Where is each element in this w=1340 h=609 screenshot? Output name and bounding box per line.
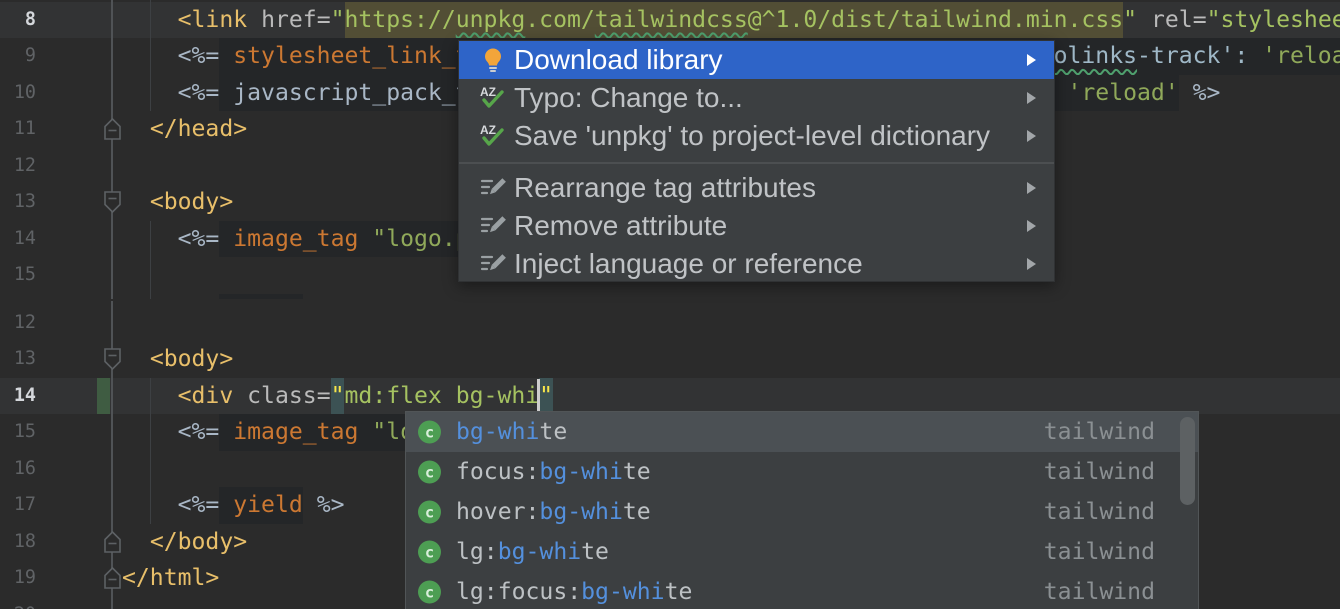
line-number: 10: [0, 75, 36, 111]
intention-item[interactable]: AZ Save 'unpkg' to project-level dictiona…: [459, 117, 1054, 155]
line-number: 11: [0, 111, 36, 147]
completion-item[interactable]: c focus:bg-white tailwind: [406, 452, 1198, 492]
completion-item[interactable]: c lg:bg-white tailwind: [406, 532, 1198, 572]
ide-screen: 8 <link href="https://unpkg.com/tailwind…: [0, 0, 1340, 609]
edit-icon: [480, 251, 506, 277]
line-number: 12: [0, 305, 36, 341]
completion-item-origin: tailwind: [1044, 579, 1155, 605]
fold-marker-up[interactable]: [103, 566, 122, 590]
code-completion-popup: c bg-white tailwind c focus:bg-white tailwind…: [405, 411, 1199, 609]
submenu-arrow-icon: [1026, 53, 1037, 68]
code-line[interactable]: </body>: [122, 524, 247, 560]
fold-marker-up[interactable]: [103, 530, 122, 554]
intention-item-label: Typo: Change to...: [514, 82, 743, 114]
css-class-icon: c: [417, 500, 442, 525]
code-line[interactable]: </html>: [122, 560, 219, 596]
edit-icon: [480, 175, 506, 201]
intention-actions-popup: Download library AZ Typo: Change to... AZ Sa…: [458, 40, 1055, 282]
completion-item-origin: tailwind: [1044, 499, 1155, 525]
submenu-arrow-icon: [1026, 129, 1037, 144]
completion-item[interactable]: c bg-white tailwind: [406, 412, 1198, 452]
intention-item[interactable]: Download library: [459, 41, 1054, 79]
completion-item[interactable]: c lg:focus:bg-white tailwind: [406, 572, 1198, 609]
svg-text:c: c: [425, 503, 434, 521]
line-number: 17: [0, 487, 36, 523]
spellcheck-icon: AZ: [480, 123, 506, 149]
intention-item-label: Save 'unpkg' to project-level dictionary: [514, 120, 990, 152]
line-number: 18: [0, 524, 36, 560]
svg-text:c: c: [425, 543, 434, 561]
intention-item[interactable]: AZ Typo: Change to...: [459, 79, 1054, 117]
submenu-arrow-icon: [1026, 257, 1037, 272]
line-number: 9: [0, 38, 36, 74]
submenu-arrow-icon: [1026, 219, 1037, 234]
completion-item-origin: tailwind: [1044, 419, 1155, 445]
line-number: 14: [0, 378, 36, 414]
line-number: 20: [0, 597, 36, 609]
css-class-icon: c: [417, 540, 442, 565]
line-number: 14: [0, 221, 36, 257]
css-class-icon: c: [417, 420, 442, 445]
line-number: 15: [0, 257, 36, 293]
svg-text:c: c: [425, 463, 434, 481]
completion-item-origin: tailwind: [1044, 539, 1155, 565]
svg-text:AZ: AZ: [480, 85, 496, 99]
text-caret: [537, 379, 540, 412]
intention-item-label: Inject language or reference: [514, 248, 863, 280]
code-line[interactable]: <body>: [122, 184, 233, 220]
fold-marker-up[interactable]: [103, 117, 122, 141]
completion-item[interactable]: c hover:bg-white tailwind: [406, 492, 1198, 532]
intention-item-label: Remove attribute: [514, 210, 727, 242]
svg-text:c: c: [425, 423, 434, 441]
fold-marker-down[interactable]: [103, 347, 122, 371]
code-line[interactable]: <%= yield %>: [122, 487, 345, 523]
spellcheck-icon: AZ: [480, 85, 506, 111]
svg-text:AZ: AZ: [480, 123, 496, 137]
code-line[interactable]: <div class="md:flex bg-whi": [122, 378, 553, 414]
completion-item-text: focus:bg-white: [456, 459, 651, 485]
completion-item-text: lg:focus:bg-white: [456, 579, 692, 605]
popup-separator: [459, 155, 1054, 169]
svg-text:c: c: [425, 583, 434, 601]
code-line[interactable]: <body>: [122, 341, 233, 377]
css-class-icon: c: [417, 460, 442, 485]
line-number: 12: [0, 148, 36, 184]
line-number: 8: [0, 2, 36, 38]
completion-item-text: bg-white: [456, 419, 567, 445]
intention-item[interactable]: Inject language or reference: [459, 245, 1054, 283]
vcs-change-marker[interactable]: [97, 378, 110, 414]
code-line[interactable]: </head>: [122, 111, 247, 147]
fold-marker-down[interactable]: [103, 190, 122, 214]
css-class-icon: c: [417, 580, 442, 605]
line-number: 13: [0, 184, 36, 220]
line-number: 13: [0, 341, 36, 377]
lightbulb-icon: [480, 47, 506, 73]
completion-item-origin: tailwind: [1044, 459, 1155, 485]
line-number: 16: [0, 451, 36, 487]
edit-icon: [480, 213, 506, 239]
completion-item-text: lg:bg-white: [456, 539, 609, 565]
line-number: 15: [0, 414, 36, 450]
line-number: 19: [0, 560, 36, 596]
submenu-arrow-icon: [1026, 91, 1037, 106]
submenu-arrow-icon: [1026, 181, 1037, 196]
code-line[interactable]: <link href="https://unpkg.com/tailwindcs…: [122, 2, 1340, 38]
gutter-fold-line: [111, 0, 113, 299]
intention-item[interactable]: Rearrange tag attributes: [459, 169, 1054, 207]
intention-item-label: Rearrange tag attributes: [514, 172, 816, 204]
intention-item-label: Download library: [514, 44, 723, 76]
scrollbar-thumb[interactable]: [1180, 417, 1195, 505]
completion-item-text: hover:bg-white: [456, 499, 651, 525]
intention-item[interactable]: Remove attribute: [459, 207, 1054, 245]
